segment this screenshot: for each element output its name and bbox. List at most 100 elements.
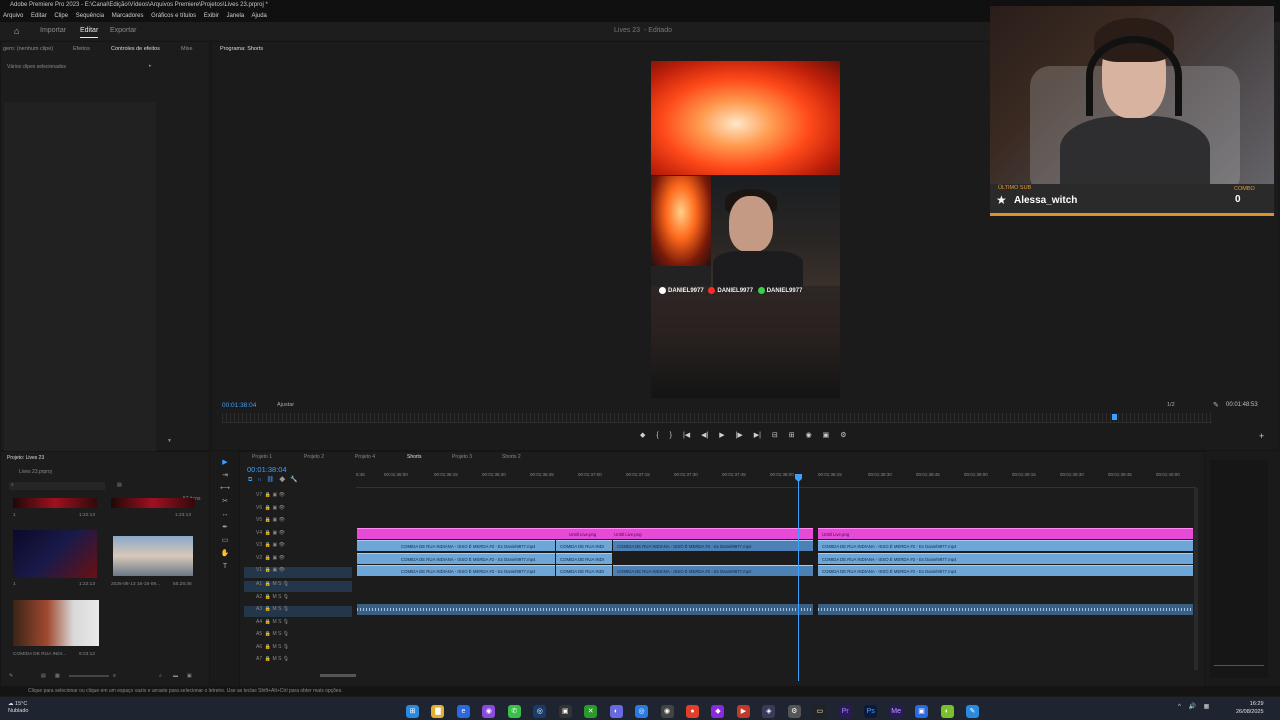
effects-timeline-area[interactable]	[4, 102, 156, 478]
media-icon[interactable]: ▶	[736, 705, 750, 718]
project-thumb-4[interactable]	[113, 536, 193, 576]
seq-tab-projeto2[interactable]: Projeto 2	[304, 454, 324, 460]
menu-graficos[interactable]: Gráficos e títulos	[151, 13, 196, 19]
linked-icon[interactable]: ⛓	[267, 477, 275, 483]
clip-video-v1-d[interactable]: COMIDA DE RUA INDIANA - ISSO É MERDA #2 …	[818, 565, 1193, 576]
purple-app-icon[interactable]: ◆	[711, 705, 725, 718]
track-v7-header[interactable]: V7 🔒 ▣ 👁	[244, 492, 352, 503]
timeline-settings-icon[interactable]: 🔧	[290, 477, 297, 483]
tab-importar[interactable]: Importar	[40, 22, 66, 40]
clip-video-v2-c[interactable]: COMIDA DE RUA INDIANA - ISSO É MERDA #2 …	[818, 553, 1193, 564]
pen-icon[interactable]: ✎	[9, 673, 13, 679]
step-back-icon[interactable]: ◀|	[701, 432, 708, 439]
track-select-icon[interactable]: ⇥	[220, 471, 230, 481]
list-view-icon[interactable]: ▤	[41, 673, 46, 679]
clip-png-v4-b[interactable]: Untitl Live.png	[818, 528, 1193, 539]
razor-icon[interactable]: ✂	[220, 497, 230, 507]
app3-icon[interactable]: ◈	[762, 705, 776, 718]
start-icon[interactable]: ⊞	[406, 705, 419, 718]
clip-video-v1-b[interactable]: COMIDA DE RUA INDI	[556, 565, 612, 576]
chevron-right-icon[interactable]: ▸	[149, 63, 152, 69]
seq-tab-shorts[interactable]: Shorts	[407, 454, 421, 460]
track-a4-header[interactable]: A4 🔒 M S 🎙	[244, 619, 352, 630]
volume-icon[interactable]: 🔊	[1189, 704, 1196, 710]
filter-icon[interactable]: ▼	[167, 438, 172, 444]
menu-arquivo[interactable]: Arquivo	[3, 13, 23, 19]
track-v4-header[interactable]: V4 🔒 ▣ 👁	[244, 530, 352, 541]
tab-source[interactable]: gem: (nenhum clipe)	[3, 46, 53, 52]
mark-in-icon[interactable]: {	[656, 432, 658, 439]
project-thumb-2[interactable]	[111, 498, 195, 508]
media-encoder-icon[interactable]: Me	[889, 705, 903, 718]
project-thumb-1[interactable]	[13, 498, 97, 508]
track-a3-header[interactable]: A3 🔒 M S 🎙	[244, 606, 352, 617]
timeline-ruler[interactable]: 5:45 00:01:36:00 00:01:36:15 00:01:36:30…	[356, 470, 1196, 488]
resolution-selector[interactable]: 1/2	[1167, 402, 1175, 408]
menu-exibir[interactable]: Exibir	[204, 13, 219, 19]
clip-video-v2-a[interactable]: COMIDA DE RUA INDIANA - ISSO É MERDA #2 …	[357, 553, 555, 564]
clip-video-v1-c[interactable]: COMIDA DE RUA INDIANA - ISSO É MERDA #2 …	[613, 565, 813, 576]
camera-icon[interactable]: ◉	[806, 432, 812, 439]
tab-controles-efeitos[interactable]: Controles de efeitos	[111, 46, 160, 52]
audio-clip-a3-a[interactable]	[357, 604, 813, 615]
play-icon[interactable]: ▶	[719, 432, 724, 439]
pen-tool-icon[interactable]: ✒	[220, 523, 230, 533]
overwrite-icon[interactable]: ⊞	[789, 432, 795, 439]
tab-program[interactable]: Programa: Shorts	[220, 46, 263, 52]
rectangle-icon[interactable]: ▭	[220, 536, 230, 546]
tab-exportar[interactable]: Exportar	[110, 22, 136, 40]
chevron-up-icon[interactable]: ^	[1178, 704, 1181, 710]
browser-icon[interactable]: ◎	[635, 705, 649, 718]
icon-view-icon[interactable]: ▦	[55, 673, 60, 679]
clip-video-v1-a[interactable]: COMIDA DE RUA INDIANA - ISSO É MERDA #2 …	[357, 565, 555, 576]
menu-marcadores[interactable]: Marcadores	[112, 13, 144, 19]
go-to-out-icon[interactable]: ▶|	[754, 432, 761, 439]
settings-app-icon[interactable]: ⚙	[787, 705, 801, 718]
clip-video-v3-a[interactable]: COMIDA DE RUA INDIANA - ISSO É MERDA #2 …	[357, 540, 555, 551]
add-button-icon[interactable]: +	[1259, 431, 1264, 441]
app5-icon[interactable]: ◐	[940, 705, 954, 718]
program-video-frame[interactable]: DANIEL9977 DANIEL9977 DANIEL9977	[651, 61, 840, 398]
go-to-in-icon[interactable]: |◀	[683, 432, 690, 439]
menu-ajuda[interactable]: Ajuda	[252, 13, 267, 19]
app6-icon[interactable]: ✎	[965, 705, 979, 718]
track-a1-header[interactable]: A1 🔒 M S 🎙	[244, 581, 352, 592]
step-forward-icon[interactable]: |▶	[736, 432, 743, 439]
settings-icon[interactable]: ⚙	[840, 432, 846, 439]
timeline-zoom-scrollbar[interactable]	[320, 674, 356, 677]
folder-icon[interactable]: ▇	[431, 705, 445, 718]
xbox-icon[interactable]: ✕	[584, 705, 598, 718]
bin-icon[interactable]: ▤	[117, 482, 122, 488]
add-marker-icon[interactable]: ◆	[279, 477, 285, 483]
edge-icon[interactable]: e	[456, 705, 470, 718]
menu-editar[interactable]: Editar	[31, 13, 47, 19]
track-v3-header[interactable]: V3 🔒 ▣ 👁	[244, 542, 352, 553]
network-icon[interactable]: ▦	[1204, 704, 1210, 710]
program-timecode[interactable]: 00:01:38:04	[222, 402, 256, 409]
snap-icon[interactable]: ∩	[257, 477, 261, 483]
premiere-icon[interactable]: Pr	[838, 705, 852, 718]
track-v1-header[interactable]: V1 🔒 ▣ 👁	[244, 567, 352, 578]
track-a5-header[interactable]: A5 🔒 M S 🎙	[244, 631, 352, 642]
clip-png-v4-a[interactable]: Untitl Live.png Untitl Live.png	[357, 528, 813, 539]
project-thumb-5[interactable]	[13, 600, 99, 646]
track-a2-header[interactable]: A2 🔒 M S 🎙	[244, 594, 352, 605]
tab-efeitos[interactable]: Efeitos	[73, 46, 90, 52]
clip-video-v3-d[interactable]: COMIDA DE RUA INDIANA - ISSO É MERDA #2 …	[818, 540, 1193, 551]
app2-icon[interactable]: ▣	[558, 705, 572, 718]
new-item-icon[interactable]: ▣	[187, 673, 192, 679]
program-scrub-bar[interactable]	[222, 413, 1212, 423]
seq-tab-projeto1[interactable]: Projeto 1	[252, 454, 272, 460]
zoom-slider[interactable]	[69, 675, 109, 677]
clip-video-v3-b[interactable]: COMIDA DE RUA INDI	[556, 540, 612, 551]
terminal-icon[interactable]: ▭	[813, 705, 827, 718]
track-a6-header[interactable]: A6 🔒 M S 🎙	[244, 644, 352, 655]
mark-out-icon[interactable]: }	[670, 432, 672, 439]
nest-icon[interactable]: ⧉	[248, 477, 252, 483]
track-v5-header[interactable]: V5 🔒 ▣ 👁	[244, 517, 352, 528]
menu-sequencia[interactable]: Sequência	[76, 13, 104, 19]
multicam-icon[interactable]: ▣	[823, 432, 830, 439]
hand-icon[interactable]: ✋	[220, 549, 230, 559]
timeline-vertical-scrollbar[interactable]	[1194, 488, 1198, 670]
seq-tab-projeto4[interactable]: Projeto 4	[355, 454, 375, 460]
